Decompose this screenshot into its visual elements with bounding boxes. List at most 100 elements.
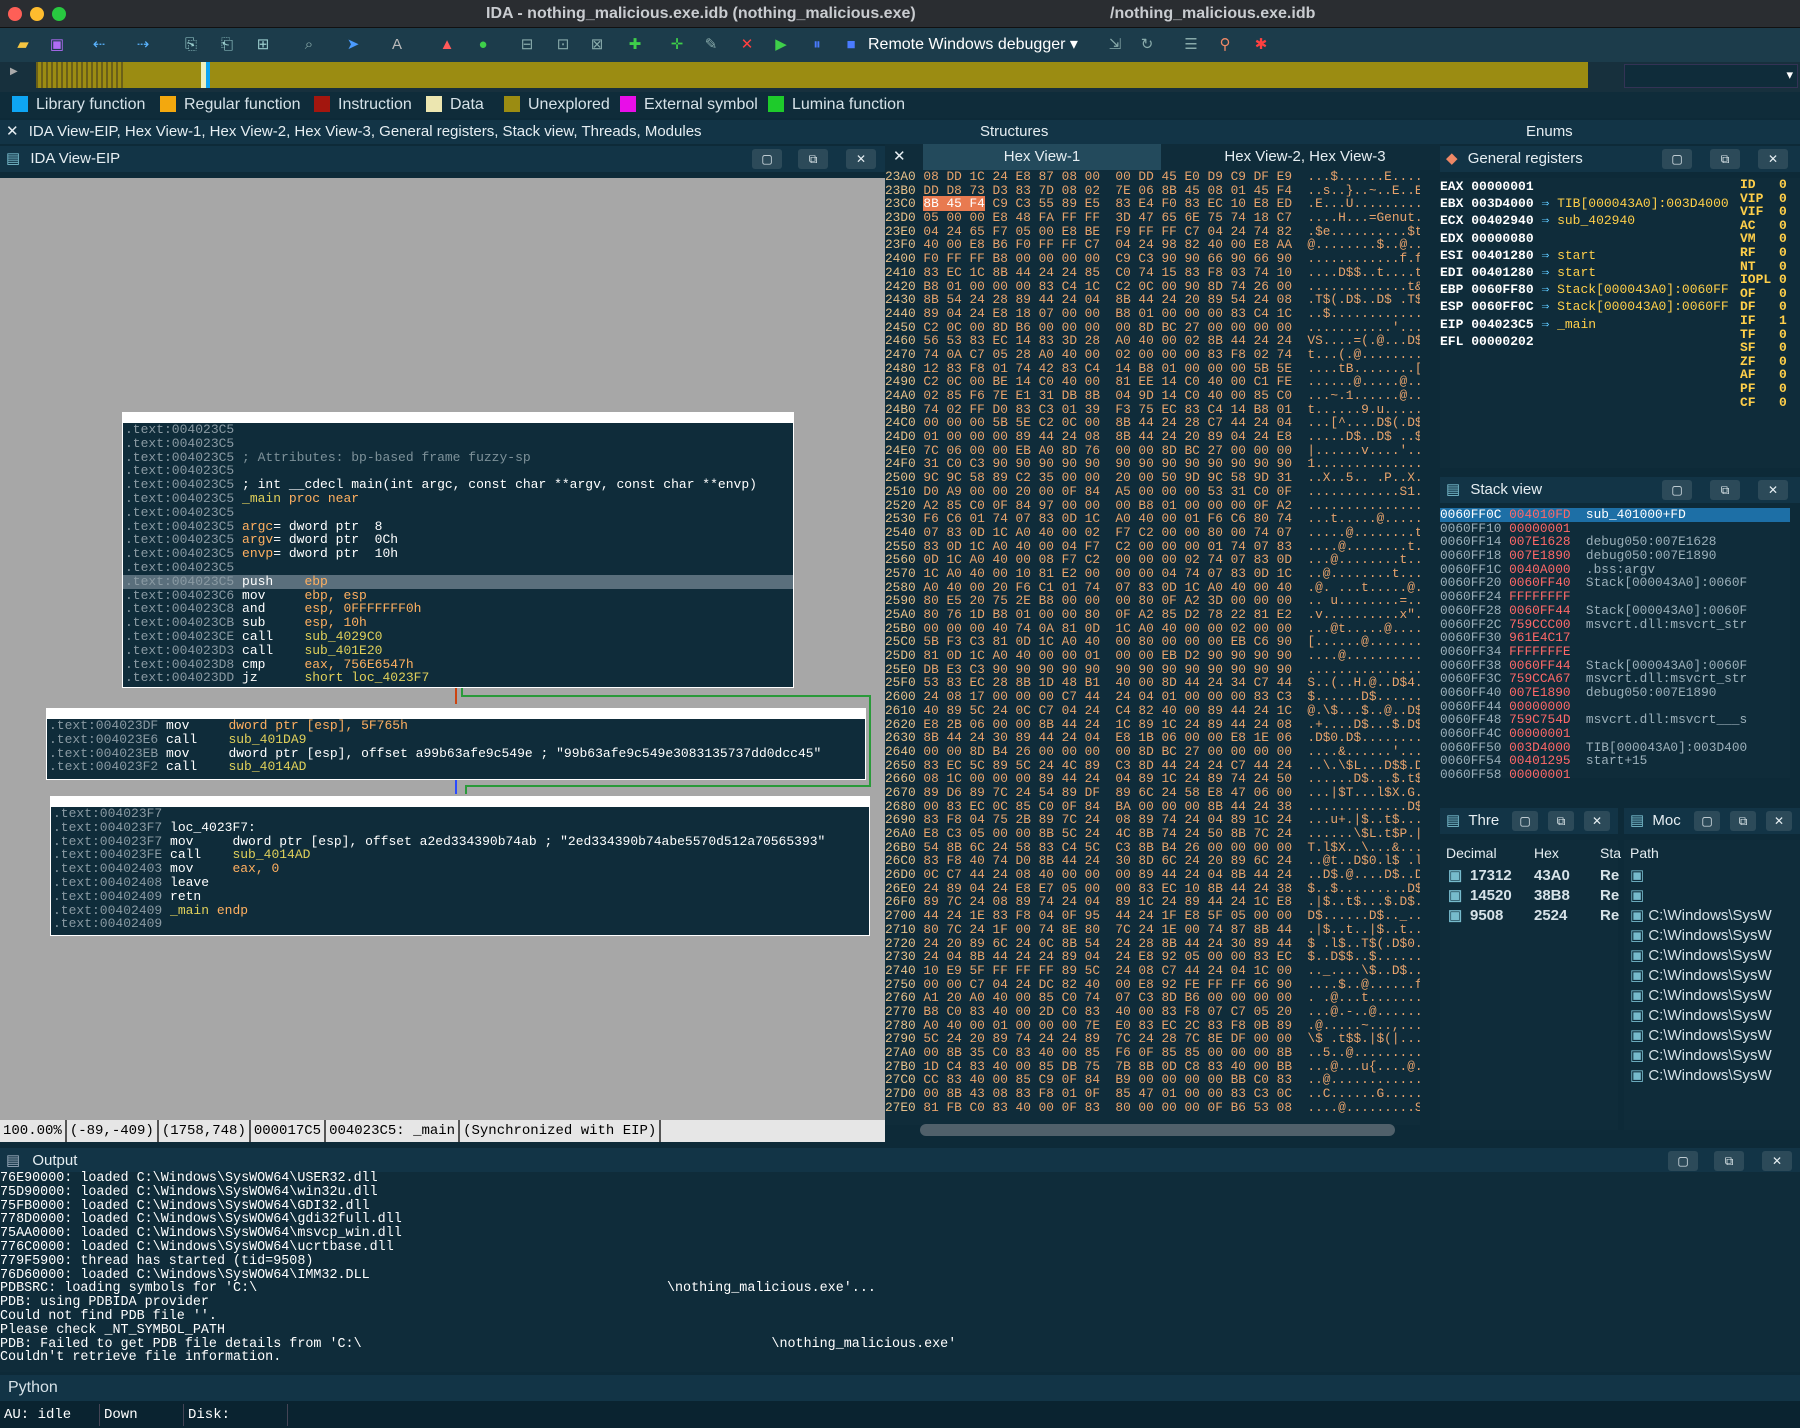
- maximize-window-button[interactable]: [52, 7, 66, 21]
- close-panel-button[interactable]: ✕: [1758, 149, 1788, 169]
- green-circle-icon[interactable]: ●: [472, 34, 494, 56]
- navigation-band[interactable]: ▶ ▾: [0, 62, 1800, 92]
- close-icon[interactable]: ✕: [893, 144, 906, 170]
- hex-row[interactable]: 2610 40 89 5C 24 0C C7 04 24 C4 82 40 00…: [885, 703, 1420, 718]
- hex-row[interactable]: 2410 83 EC 1C 8B 44 24 24 85 C0 74 15 83…: [885, 265, 1420, 280]
- output-window[interactable]: 76E90000: loaded C:\Windows\SysWOW64\USE…: [0, 1172, 1800, 1372]
- stack-row[interactable]: 0060FF58 00000001: [1440, 768, 1790, 778]
- close-panel-button[interactable]: ✕: [1758, 480, 1788, 500]
- hex-row[interactable]: 25A0 80 76 1D B8 01 00 00 80 0F A2 85 D2…: [885, 608, 1420, 622]
- hex-view[interactable]: 23A0 08 DD 1C 24 E8 87 08 00 00 DD 45 E0…: [885, 170, 1420, 1125]
- stack-row[interactable]: 0060FF10 00000001: [1440, 521, 1790, 536]
- bug-icon[interactable]: ✱: [1250, 34, 1272, 56]
- hex-row[interactable]: 2730 24 04 8B 44 24 24 89 04 24 E8 92 05…: [885, 950, 1420, 964]
- hex-row[interactable]: 2680 00 83 EC 0C 85 C0 0F 84 BA 00 00 00…: [885, 799, 1420, 814]
- hex-row[interactable]: 2780 A0 40 00 01 00 00 00 7E E0 83 EC 2C…: [885, 1018, 1420, 1033]
- hex-row[interactable]: 2480 12 83 F8 01 74 42 83 C4 14 B8 01 00…: [885, 361, 1420, 376]
- hex-row[interactable]: 2490 C2 0C 00 BE 14 C0 40 00 81 EE 14 C0…: [885, 375, 1420, 389]
- module-row[interactable]: ▣: [1624, 886, 1800, 906]
- hex-row[interactable]: 2580 A0 40 00 20 F6 C1 01 74 07 83 0D 1C…: [885, 580, 1420, 595]
- restore-button[interactable]: ▢: [1662, 480, 1692, 500]
- hex-row[interactable]: 2770 B8 C0 83 40 00 2D C0 83 40 00 83 F8…: [885, 1005, 1420, 1019]
- restore-button[interactable]: ▢: [1512, 811, 1538, 831]
- flag-row[interactable]: RF 0: [1740, 246, 1800, 260]
- module-row[interactable]: ▣ C:\Windows\SysW: [1624, 966, 1800, 986]
- flag-row[interactable]: NT 0: [1740, 259, 1800, 274]
- text-icon[interactable]: A: [386, 34, 408, 56]
- hex-row[interactable]: 26D0 0C C7 44 24 08 40 00 00 00 89 44 24…: [885, 868, 1420, 882]
- hex-row[interactable]: 2570 1C A0 40 00 10 81 E2 00 00 00 04 74…: [885, 567, 1420, 581]
- flag-row[interactable]: DF 0: [1740, 300, 1800, 314]
- hex-row[interactable]: 23D0 05 00 00 E8 48 FA FF FF 3D 47 65 6E…: [885, 211, 1420, 225]
- hex-row[interactable]: 25F0 53 83 EC 28 8B 1D 48 B1 40 00 8D 44…: [885, 676, 1420, 690]
- hex-row[interactable]: 2540 07 83 0D 1C A0 40 00 02 F7 C2 00 00…: [885, 526, 1420, 540]
- chart-icon[interactable]: ⊡: [552, 34, 574, 56]
- hex-row[interactable]: 24B0 74 02 FF D0 83 C3 01 39 F3 75 EC 83…: [885, 402, 1420, 417]
- flag-row[interactable]: IOPL 0: [1740, 273, 1800, 287]
- save-icon[interactable]: ▣: [46, 34, 68, 56]
- breakpoint-list-icon[interactable]: ☰: [1180, 34, 1202, 56]
- module-row[interactable]: ▣ C:\Windows\SysW: [1624, 906, 1800, 926]
- hex-row[interactable]: 26B0 54 8B 6C 24 58 83 C4 5C C3 8B B4 26…: [885, 840, 1420, 855]
- hex-row[interactable]: 26E0 24 89 04 24 E8 E7 05 00 00 83 EC 10…: [885, 881, 1420, 896]
- stack-row[interactable]: 0060FF2C 759CCC00 msvcrt.dll:msvcrt_str: [1440, 617, 1790, 632]
- module-row[interactable]: ▣ C:\Windows\SysW: [1624, 946, 1800, 966]
- restore-button[interactable]: ▢: [1668, 1151, 1698, 1171]
- stack-row[interactable]: 0060FF20 0060FF40 Stack[000043A0]:0060F: [1440, 576, 1790, 590]
- close-icon[interactable]: ✕: [0, 123, 19, 140]
- back-icon[interactable]: ⇠: [88, 34, 110, 56]
- hex-row[interactable]: 2420 B8 01 00 00 00 83 C4 1C C2 0C 00 90…: [885, 279, 1420, 294]
- close-panel-button[interactable]: ✕: [1762, 1151, 1792, 1171]
- plus-icon[interactable]: ✚: [624, 34, 646, 56]
- threads-list[interactable]: Decimal Hex Sta ▣ 17312 43A0 Re ▣ 14520 38B8 Re ▣ 95…: [1440, 840, 1621, 1130]
- stack-row[interactable]: 0060FF44 00000000: [1440, 699, 1790, 714]
- stack-view[interactable]: 0060FF0C 004010FD sub_401000+FD 0060FF10 …: [1440, 508, 1790, 778]
- float-button[interactable]: ⧉: [1710, 480, 1740, 500]
- hex-row[interactable]: 2460 56 53 83 EC 14 83 3D 28 A0 40 00 02…: [885, 334, 1420, 348]
- stack-row[interactable]: 0060FF3C 759CCA67 msvcrt.dll:msvcrt_str: [1440, 672, 1790, 686]
- flag-row[interactable]: VM 0: [1740, 232, 1800, 246]
- stack-row[interactable]: 0060FF18 007E1890 debug050:007E1890: [1440, 549, 1790, 563]
- hex-row[interactable]: 23E0 04 24 65 F7 05 00 E8 BE F9 FF FF C7…: [885, 224, 1420, 239]
- hex-row[interactable]: 2560 0D 1C A0 40 00 08 F7 C2 00 00 00 02…: [885, 553, 1420, 567]
- hex-row[interactable]: 2630 8B 44 24 30 89 44 24 04 E8 1B 06 00…: [885, 731, 1420, 745]
- flag-row[interactable]: IF 1: [1740, 314, 1800, 328]
- close-panel-button[interactable]: ✕: [1584, 811, 1610, 831]
- nav-left-arrow-icon[interactable]: ▶: [10, 66, 18, 77]
- hex-row[interactable]: 27C0 CC 83 40 00 85 C9 0F 84 B9 00 00 00…: [885, 1073, 1420, 1087]
- hex-row[interactable]: 25B0 00 00 00 40 74 0A 81 0D 1C A0 40 00…: [885, 621, 1420, 636]
- hex-row[interactable]: 27D0 00 8B 43 08 83 F8 01 0F 85 47 01 00…: [885, 1087, 1420, 1101]
- list-icon[interactable]: ⊞: [252, 34, 274, 56]
- hex-row[interactable]: 24E0 7C 06 00 00 EB A0 8D 76 00 00 8D BC…: [885, 443, 1420, 458]
- pointer-icon[interactable]: ➤: [342, 34, 364, 56]
- stack-row[interactable]: 0060FF28 0060FF44 Stack[000043A0]:0060F: [1440, 603, 1790, 618]
- stack-row[interactable]: 0060FF1C 0040A000 .bss:argv: [1440, 562, 1790, 577]
- module-row[interactable]: ▣ C:\Windows\SysW: [1624, 926, 1800, 946]
- flag-row[interactable]: AF 0: [1740, 368, 1800, 382]
- python-command-line[interactable]: Python: [0, 1375, 1800, 1401]
- hex-row[interactable]: 2660 08 1C 00 00 00 89 44 24 04 89 1C 24…: [885, 772, 1420, 786]
- hex-row[interactable]: 27B0 1D C4 83 40 00 85 DB 75 7B 8B 0D C8…: [885, 1059, 1420, 1074]
- edit-icon[interactable]: ✎: [700, 34, 722, 56]
- hex-row[interactable]: 2750 00 00 C7 04 24 DC 82 40 00 E8 92 FE…: [885, 977, 1420, 992]
- close-panel-button[interactable]: ✕: [846, 149, 876, 169]
- flag-row[interactable]: ID 0: [1740, 178, 1800, 192]
- pin-icon[interactable]: ⚲: [1214, 34, 1236, 56]
- stack-row[interactable]: 0060FF24 FFFFFFFF: [1440, 590, 1790, 604]
- hex-row[interactable]: 2720 24 20 89 6C 24 0C 8B 54 24 28 8B 44…: [885, 936, 1420, 951]
- tab-main-group[interactable]: ✕ IDA View-EIP, Hex View-1, Hex View-2, …: [0, 120, 770, 144]
- hex-row[interactable]: 2600 24 08 17 00 00 00 C7 44 24 04 01 00…: [885, 690, 1420, 704]
- flag-row[interactable]: VIP 0: [1740, 191, 1800, 206]
- hex-row[interactable]: 24F0 31 C0 C3 90 90 90 90 90 90 90 90 90…: [885, 457, 1420, 471]
- module-row[interactable]: ▣ C:\Windows\SysW: [1624, 1046, 1800, 1066]
- hex-row[interactable]: 26C0 83 F8 40 74 D0 8B 44 24 30 8D 6C 24…: [885, 854, 1420, 868]
- open-icon[interactable]: ▰: [12, 34, 34, 56]
- nav-combo[interactable]: ▾: [1624, 64, 1798, 88]
- graph-icon[interactable]: ⊟: [516, 34, 538, 56]
- hex-row[interactable]: 2760 A1 20 A0 40 00 85 C0 74 07 C3 8D B6…: [885, 991, 1420, 1005]
- stack-row[interactable]: 0060FF40 007E1890 debug050:007E1890: [1440, 686, 1790, 700]
- search-icon[interactable]: ⌕: [298, 34, 320, 56]
- stack-row[interactable]: 0060FF34 FFFFFFFE: [1440, 645, 1790, 659]
- hex-row[interactable]: 2620 E8 2B 06 00 00 8B 44 24 1C 89 1C 24…: [885, 717, 1420, 732]
- module-row[interactable]: ▣ C:\Windows\SysW: [1624, 1066, 1800, 1086]
